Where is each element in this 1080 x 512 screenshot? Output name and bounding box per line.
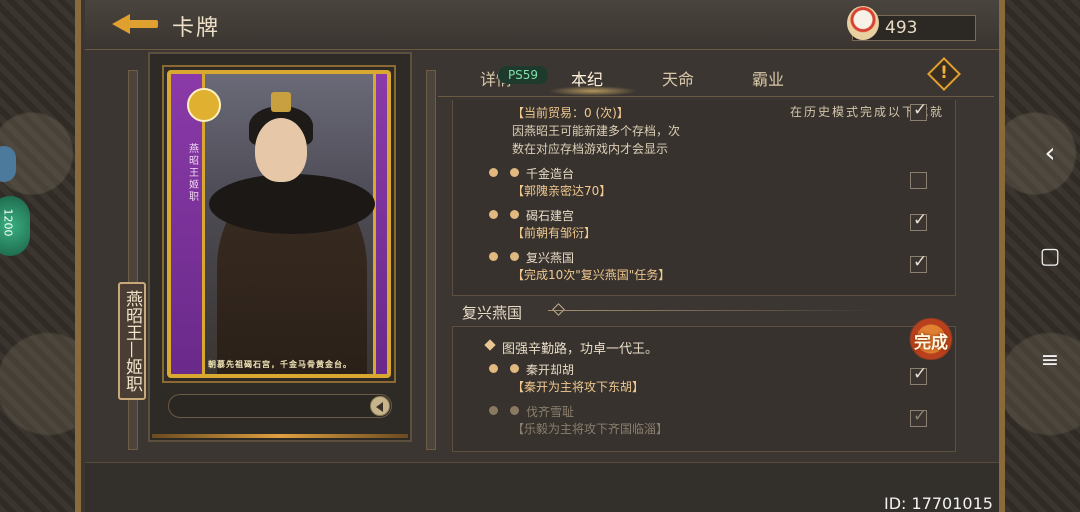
achievement-checkbox: ✓ [910,252,927,273]
nav-home-icon[interactable]: ▢ [1038,244,1062,269]
nav-menu-icon[interactable]: ≡ [1038,348,1062,373]
tab-annals[interactable]: 本纪 [571,66,603,90]
achievement-checkbox: ✓ [910,406,927,427]
ps-badge: PS59 [498,66,548,84]
achievement-title: 千金造台 [526,167,575,181]
section-motto: 图强辛勤路，功卓一代王。 [502,342,659,357]
list-bullet [510,252,519,261]
card-info-bar [168,394,392,418]
list-bullet [489,210,498,219]
card-side-name-text: 燕昭王 [189,144,199,179]
note-line-1: 因燕昭王可能新建多个存档，次 [512,124,681,138]
complete-stamp-label: 完成 [914,333,948,353]
card-caption: 朝慕先祖碣石宫，千金马骨黄金台。 [208,360,352,369]
character-crown [271,92,291,112]
check-icon: ✓ [913,364,928,384]
character-name: 燕昭王—姬职 [122,290,142,392]
achievement-title: 伐齐雪耻 [526,405,575,419]
floating-counter-widget[interactable]: 1200 [0,196,30,256]
character-face [255,118,307,182]
check-icon: ✓ [913,100,928,120]
check-icon: ✓ [913,406,928,426]
currency-value: 493 [885,18,918,38]
achievement-checkbox [910,172,927,189]
section-header-line [548,310,878,311]
player-id: ID: 17701015 [884,494,993,512]
back-button[interactable] [112,10,158,38]
character-name-scroll: 燕昭王—姬职 [118,282,146,400]
list-bullet [489,168,498,177]
achievement-title: 复兴燕国 [526,251,575,265]
card-side-label-text: 姬职 [189,180,199,203]
achievement-requirement: 【秦开为主将攻下东胡】 [512,380,645,394]
back-arrow-stem [128,20,158,28]
list-bullet [489,252,498,261]
android-nav-bar: ‹ ▢ ≡ [1020,0,1080,512]
currency-display[interactable]: 493 [847,6,976,41]
tab-destiny[interactable]: 天命 [662,66,694,90]
complete-stamp: 完成 [906,318,956,360]
exclamation-icon: ! [940,63,948,83]
card-pillar-right [426,70,436,450]
achievement-title: 秦开却胡 [526,363,575,377]
card-bottom-ornament [152,434,408,438]
achievement-checkbox: ✓ [910,210,927,231]
achievement-title: 碣石建宫 [526,209,575,223]
tab-hegemony[interactable]: 霸业 [752,66,784,90]
check-icon: ✓ [913,210,928,230]
nav-back-icon[interactable]: ‹ [1038,136,1062,169]
achievement-checkbox-top: ✓ [910,100,927,121]
list-bullet [510,406,519,415]
list-bullet [489,364,498,373]
achievement-requirement: 【前朝有邹衍】 [512,226,597,240]
achievement-requirement: 【郭隗亲密达70】 [512,184,612,198]
section-header: 复兴燕国 [462,304,523,322]
card-rarity-emblem-icon [187,88,221,122]
character-card[interactable]: 燕昭王 姬职 朝慕先祖碣石宫，千金马骨黄金台。 [167,70,391,378]
voice-play-button[interactable] [370,396,390,416]
bottom-bar [85,462,999,512]
note-line-2: 数在对应存档游戏内才会显示 [512,142,669,156]
tabs-divider [438,96,994,97]
left-decor-panel [0,0,80,512]
list-bullet [510,168,519,177]
achievement-checkbox: ✓ [910,364,927,385]
floating-counter-value: 1200 [1,208,15,237]
page-title: 卡牌 [172,16,221,41]
feather-token-icon [847,6,879,40]
info-warning-button[interactable]: ! [927,57,961,91]
list-bullet [510,364,519,373]
trade-count: 【当前贸易：0 (次)】 [512,106,629,120]
card-side-name: 燕昭王 姬职 [189,144,203,204]
achievement-requirement: 【乐毅为主将攻下齐国临淄】 [512,422,669,436]
check-icon: ✓ [913,252,928,272]
character-fur-collar [209,174,375,234]
list-bullet [489,406,498,415]
card-right-banner [373,74,387,374]
achievement-requirement: 【完成10次"复兴燕国"任务】 [512,268,671,282]
floating-widget-icon[interactable] [0,146,16,182]
list-bullet [510,210,519,219]
